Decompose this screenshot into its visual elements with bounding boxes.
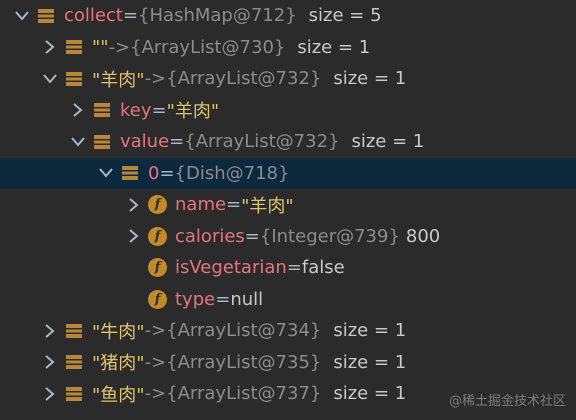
tree-row-field-calories[interactable]: f calories = {Integer@739} 800: [0, 221, 576, 253]
variable-name: key: [120, 99, 152, 121]
chevron-right-icon[interactable]: [126, 226, 142, 246]
list-icon: [92, 132, 112, 152]
map-key: "牛肉": [92, 321, 145, 343]
list-icon: [64, 352, 84, 372]
field-icon: f: [148, 289, 167, 309]
string-value: "羊肉": [241, 195, 294, 217]
tree-row-index-0[interactable]: 0 = {Dish@718}: [0, 157, 576, 189]
object-reference: {Dish@718}: [174, 162, 290, 184]
arrow-operator: ->: [144, 351, 167, 373]
size-label: size = 5: [308, 5, 382, 27]
chevron-right-icon[interactable]: [42, 352, 58, 372]
variable-name: value: [120, 131, 170, 153]
list-icon: [36, 6, 56, 26]
object-reference: {ArrayList@737}: [166, 383, 322, 405]
field-name: isVegetarian: [175, 257, 287, 279]
list-icon: [64, 321, 84, 341]
tree-row-key[interactable]: key = "羊肉": [0, 95, 576, 127]
operator: =: [151, 99, 167, 121]
operator: =: [215, 288, 231, 310]
primitive-value: false: [301, 257, 345, 279]
chevron-right-icon[interactable]: [42, 321, 58, 341]
object-reference: {ArrayList@732}: [166, 68, 322, 90]
tree-row-collect[interactable]: collect = {HashMap@712} size = 5: [0, 0, 576, 32]
chevron-down-icon[interactable]: [70, 132, 86, 152]
tree-row-beef[interactable]: "牛肉" -> {ArrayList@734} size = 1: [0, 315, 576, 347]
operator: =: [122, 5, 139, 27]
operator: =: [169, 131, 185, 153]
tree-row-lamb[interactable]: "羊肉" -> {ArrayList@732} size = 1: [0, 63, 576, 95]
map-key: "羊肉": [92, 69, 145, 91]
size-label: size = 1: [333, 351, 407, 373]
object-reference: {ArrayList@730}: [130, 36, 286, 58]
watermark: @稀土掘金技术社区: [448, 394, 566, 409]
list-icon: [64, 384, 84, 404]
chevron-down-icon[interactable]: [42, 69, 58, 89]
map-key: "": [92, 36, 109, 58]
arrow-operator: ->: [108, 36, 131, 58]
tree-row-empty-key[interactable]: "" -> {ArrayList@730} size = 1: [0, 32, 576, 64]
primitive-value: 800: [405, 225, 441, 247]
chevron-right-icon[interactable]: [42, 384, 58, 404]
string-value: "羊肉": [166, 101, 220, 123]
size-label: size = 1: [351, 131, 425, 153]
size-label: size = 1: [333, 68, 407, 90]
map-key: "鱼肉": [92, 384, 145, 406]
field-name: type: [175, 288, 216, 310]
primitive-value: null: [230, 288, 264, 310]
variables-tree: collect = {HashMap@712} size = 5 "" -> {…: [0, 0, 576, 410]
operator: =: [244, 225, 260, 247]
map-key: "猪肉": [92, 353, 145, 375]
arrow-operator: ->: [144, 68, 167, 90]
tree-row-field-isvegetarian[interactable]: f isVegetarian = false: [0, 252, 576, 284]
tree-row-value[interactable]: value = {ArrayList@732} size = 1: [0, 126, 576, 158]
field-icon: f: [148, 226, 167, 246]
field-name: calories: [175, 225, 245, 247]
list-icon: [64, 69, 84, 89]
list-icon: [92, 100, 112, 120]
size-label: size = 1: [297, 36, 371, 58]
size-label: size = 1: [333, 383, 407, 405]
list-icon: [64, 37, 84, 57]
list-icon: [120, 163, 140, 183]
object-reference: {ArrayList@732}: [184, 131, 340, 153]
chevron-right-icon[interactable]: [126, 195, 142, 215]
operator: =: [159, 162, 175, 184]
object-reference: {HashMap@712}: [138, 5, 297, 27]
chevron-down-icon[interactable]: [14, 6, 30, 26]
tree-row-field-name[interactable]: f name = "羊肉": [0, 189, 576, 221]
tree-row-pork[interactable]: "猪肉" -> {ArrayList@735} size = 1: [0, 347, 576, 379]
object-reference: {ArrayList@734}: [166, 320, 322, 342]
chevron-right-icon[interactable]: [42, 37, 58, 57]
arrow-operator: ->: [144, 383, 167, 405]
tree-row-field-type[interactable]: f type = null: [0, 284, 576, 316]
chevron-down-icon[interactable]: [98, 163, 114, 183]
size-label: size = 1: [333, 320, 407, 342]
operator: =: [226, 194, 242, 216]
field-icon: f: [148, 195, 167, 215]
chevron-right-icon[interactable]: [70, 100, 86, 120]
field-icon: f: [148, 258, 167, 278]
variable-name: collect: [64, 5, 123, 27]
object-reference: {ArrayList@735}: [166, 351, 322, 373]
object-reference: {Integer@739}: [259, 225, 400, 247]
variable-name: 0: [148, 162, 160, 184]
operator: =: [286, 257, 302, 279]
field-name: name: [175, 194, 227, 216]
arrow-operator: ->: [144, 320, 167, 342]
